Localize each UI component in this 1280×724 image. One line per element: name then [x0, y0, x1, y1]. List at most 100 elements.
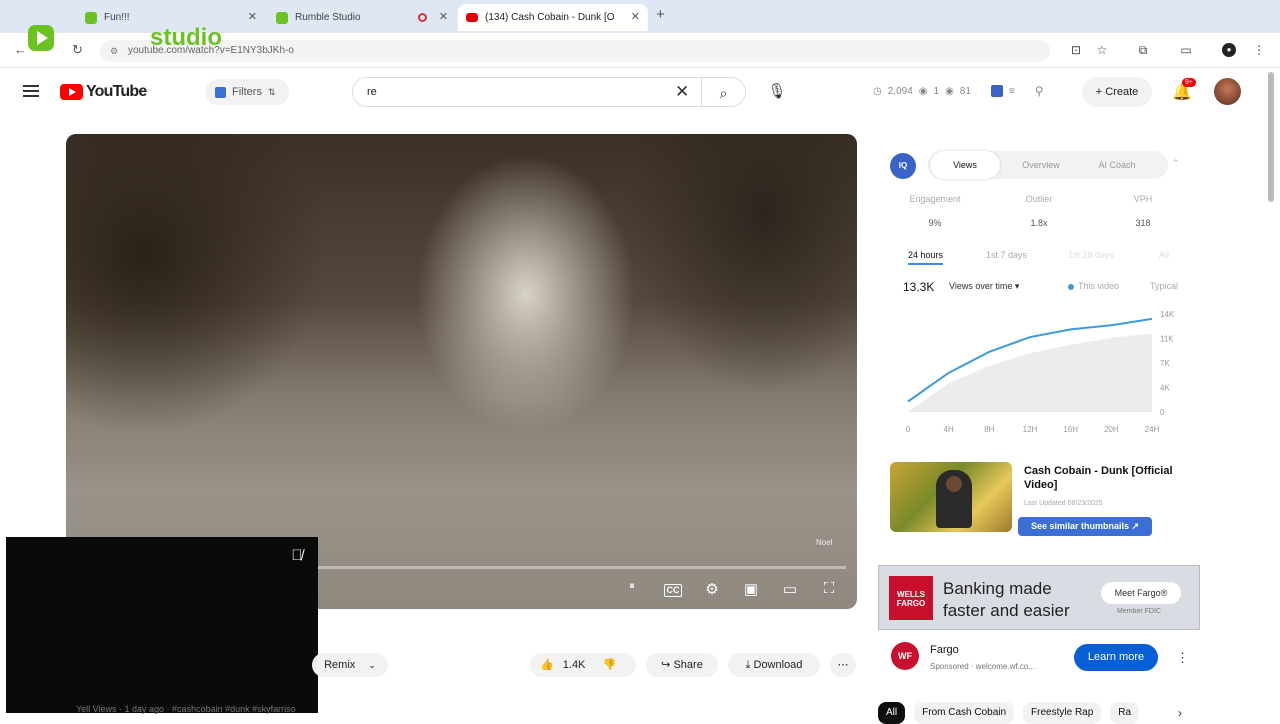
- tab-title: Rumble Studio: [295, 12, 361, 23]
- rumble-favicon-icon: [85, 11, 97, 24]
- url-field[interactable]: ⚙ youtube.com/watch?v=E1NY3bJKh-o: [100, 40, 1050, 62]
- ad-headline: Banking made faster and easier: [943, 578, 1070, 622]
- muted-mic-icon[interactable]: 🎙̸: [286, 547, 308, 569]
- learn-more-button[interactable]: Learn more: [1074, 644, 1158, 671]
- search-button[interactable]: ⌕: [702, 77, 746, 107]
- like-icon[interactable]: 👍: [540, 659, 554, 671]
- range-first-28-days[interactable]: 1st 28 days: [1068, 250, 1114, 260]
- views-over-time-chart: 0 4H 8H 12H 16H 20H 24H04K7K11K14K: [906, 310, 1175, 434]
- share-icon: ↪: [661, 659, 671, 671]
- y-tick-label: 11K: [1160, 335, 1174, 344]
- progress-bar[interactable]: [316, 566, 846, 569]
- avatar[interactable]: [1214, 78, 1241, 105]
- chevron-right-icon[interactable]: ›: [1178, 706, 1182, 720]
- clear-search-icon[interactable]: ✕: [675, 82, 689, 102]
- chevron-down-icon: ⌄: [368, 660, 376, 670]
- meet-fargo-button[interactable]: Meet Fargo®: [1101, 582, 1181, 604]
- dislike-icon[interactable]: 👎: [602, 659, 616, 671]
- close-tab-icon[interactable]: ✕: [248, 10, 257, 23]
- browser-menu-icon[interactable]: ⋮: [1252, 43, 1266, 57]
- filters-label: Filters: [232, 86, 262, 98]
- tab-overview[interactable]: Overview: [1006, 151, 1076, 179]
- more-actions-button[interactable]: ⋯: [830, 653, 856, 677]
- range-first-7-days[interactable]: 1st 7 days: [986, 250, 1027, 260]
- create-label: Create: [1105, 86, 1139, 98]
- ad-more-icon[interactable]: ⋮: [1176, 650, 1189, 666]
- search-value: re: [367, 86, 377, 98]
- back-icon[interactable]: ←: [14, 42, 27, 57]
- range-all[interactable]: All: [1159, 250, 1169, 260]
- chip-ra[interactable]: Ra: [1110, 702, 1140, 724]
- profile-icon[interactable]: ●: [1222, 43, 1236, 57]
- rumble-logo-icon: [28, 25, 54, 51]
- settings-gear-icon[interactable]: ⚙: [700, 580, 724, 598]
- collapse-icon[interactable]: ⌃: [1172, 158, 1180, 169]
- video-card-updated: Last Updated 08/23/2025: [1024, 500, 1103, 507]
- share-button[interactable]: ↪ Share: [646, 653, 718, 677]
- search-input[interactable]: re: [352, 77, 702, 107]
- vidiq-stats: ◷ 2,094 ◉ 1 ◉ 81 ≡ ⚲: [873, 84, 1044, 98]
- vidiq-icon[interactable]: [990, 85, 1003, 97]
- create-button[interactable]: + Create: [1082, 77, 1152, 107]
- metric-vph-value: 318: [1135, 218, 1151, 228]
- wells-fargo-logo: WELLS FARGO: [889, 576, 933, 620]
- x-tick-label: 20H: [1104, 425, 1119, 434]
- new-tab-button[interactable]: +: [656, 6, 665, 23]
- install-app-icon[interactable]: ⊡: [1069, 43, 1083, 57]
- miniplayer-icon[interactable]: ▣: [739, 580, 763, 598]
- extensions-icon[interactable]: ⧉: [1136, 43, 1150, 57]
- captions-icon[interactable]: CC: [664, 584, 682, 597]
- theater-mode-icon[interactable]: ▭: [778, 580, 802, 598]
- y-tick-label: 7K: [1160, 359, 1170, 368]
- x-tick-label: 16H: [1063, 425, 1078, 434]
- like-dislike-group: 👍 1.4K 👎: [530, 653, 636, 677]
- y-tick-label: 14K: [1160, 310, 1175, 319]
- sponsored-label: Sponsored · welcome.wf.co...: [930, 662, 1035, 671]
- close-tab-icon[interactable]: ✕: [439, 10, 448, 23]
- youtube-logo[interactable]: YouTube: [60, 83, 147, 101]
- video-thumbnail[interactable]: [890, 462, 1012, 532]
- tab-rumble-studio[interactable]: Rumble Studio ✕: [266, 4, 456, 31]
- stat-views: 2,094: [887, 85, 913, 97]
- ad-banner[interactable]: WELLS FARGO Banking made faster and easie…: [878, 565, 1200, 630]
- bookmark-star-icon[interactable]: ☆: [1095, 43, 1109, 57]
- video-info-card: Cash Cobain - Dunk [Official Video] Last…: [890, 462, 1200, 537]
- member-fdic: Member FDIC: [1117, 608, 1161, 615]
- chip-from-cash-cobain[interactable]: From Cash Cobain: [914, 702, 1015, 724]
- list-icon[interactable]: ≡: [1009, 86, 1015, 97]
- ad-headline-line2: faster and easier: [943, 601, 1070, 620]
- filters-button[interactable]: Filters ⇅: [205, 79, 289, 105]
- remix-label: Remix: [324, 659, 356, 671]
- stat-b: 81: [959, 85, 971, 97]
- webcam-overlay: [6, 537, 318, 713]
- close-tab-icon[interactable]: ✕: [631, 10, 640, 23]
- rumble-studio-overlay: studio: [28, 24, 222, 52]
- more-icon: ⋯: [837, 659, 849, 671]
- video-meta: Yell Views · 1 day ago · #cashcobain #du…: [76, 704, 296, 714]
- see-similar-thumbnails-button[interactable]: See similar thumbnails ↗: [1018, 517, 1152, 536]
- voice-search-mic-icon[interactable]: 🎙: [762, 77, 792, 107]
- notification-badge: 9+: [1182, 78, 1196, 87]
- youtube-favicon-icon: [466, 13, 478, 22]
- views-over-time-select[interactable]: Views over time ▾: [949, 281, 1019, 292]
- plus-icon: +: [1095, 86, 1103, 98]
- download-button[interactable]: ⤓ Download: [728, 653, 820, 677]
- range-24-hours[interactable]: 24 hours: [908, 250, 944, 265]
- page-scrollbar[interactable]: [1268, 72, 1274, 202]
- tab-views[interactable]: Views: [930, 151, 1000, 179]
- menu-icon[interactable]: [23, 85, 39, 97]
- vidiq-logo: IQ: [890, 153, 916, 179]
- chip-freestyle-rap[interactable]: Freestyle Rap: [1023, 702, 1102, 724]
- advertiser-name: Fargo: [930, 644, 959, 656]
- remix-button[interactable]: Remix ⌄: [312, 653, 388, 677]
- x-tick-label: 8H: [984, 425, 994, 434]
- autoplay-toggle-icon[interactable]: ⏸: [620, 580, 644, 593]
- tab-ai-coach[interactable]: AI Coach: [1082, 151, 1152, 179]
- sidebar-icon[interactable]: ▭: [1179, 43, 1193, 57]
- chip-all[interactable]: All: [878, 702, 906, 724]
- fullscreen-icon[interactable]: ⛶: [817, 580, 841, 597]
- tab-youtube-video[interactable]: (134) Cash Cobain - Dunk [O ✕: [458, 4, 648, 31]
- video-frame: [66, 134, 326, 434]
- pin-icon[interactable]: ⚲: [1035, 84, 1044, 98]
- metric-outlier-label: Outlier: [1025, 194, 1053, 204]
